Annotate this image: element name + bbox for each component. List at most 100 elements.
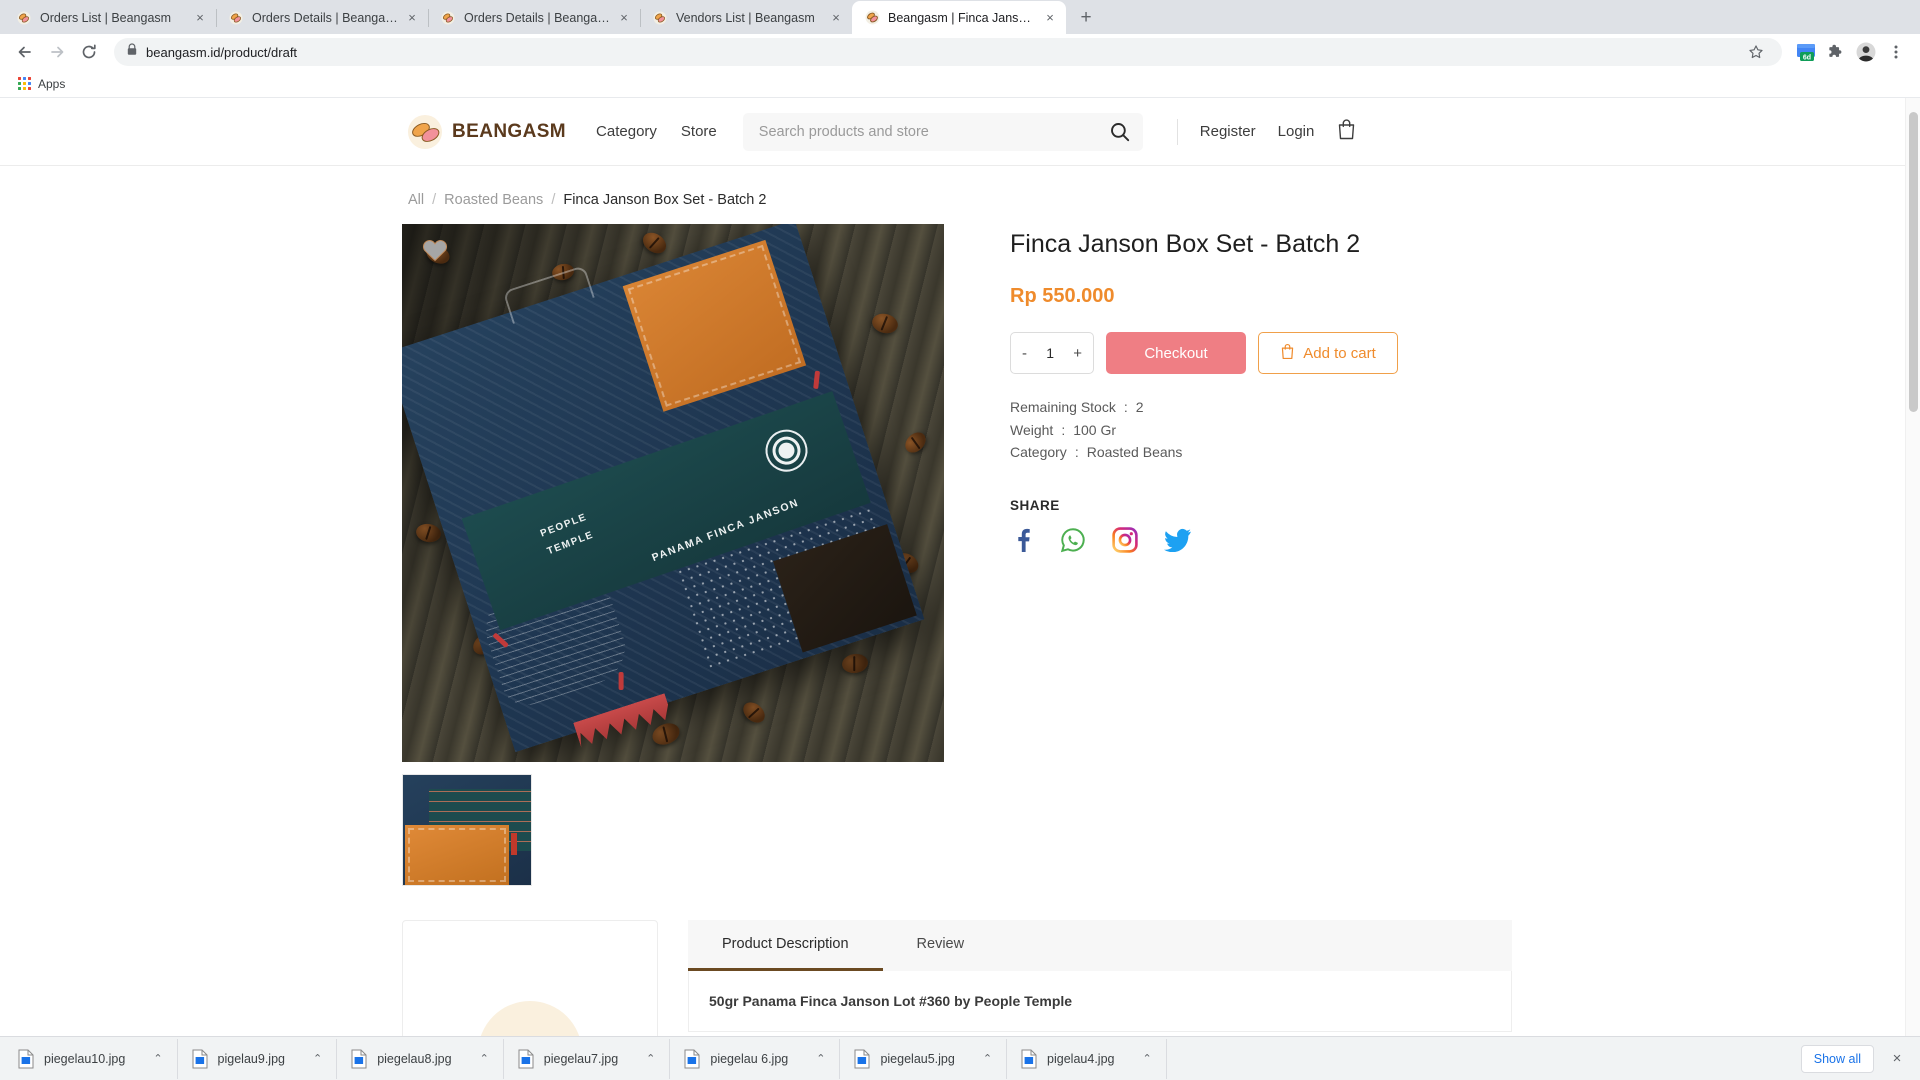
search-icon[interactable] [1097, 113, 1143, 151]
reload-icon[interactable] [74, 37, 104, 67]
download-item[interactable]: piegelau 6.jpg ⌃ [670, 1038, 841, 1079]
breadcrumb-item-all[interactable]: All [408, 192, 424, 208]
lock-icon [126, 43, 138, 61]
download-item[interactable]: pigelau9.jpg ⌃ [178, 1038, 338, 1079]
download-item[interactable]: piegelau8.jpg ⌃ [337, 1038, 504, 1079]
spec-key: Weight [1010, 421, 1054, 438]
site-logo[interactable]: BEANGASM [408, 114, 567, 149]
checkout-button[interactable]: Checkout [1106, 332, 1246, 374]
twitter-icon[interactable] [1164, 528, 1192, 557]
whatsapp-icon[interactable] [1060, 527, 1086, 558]
google-docs-6d-icon[interactable]: 6d [1792, 38, 1820, 66]
close-icon[interactable]: × [616, 10, 632, 26]
kebab-menu-icon[interactable] [1882, 38, 1910, 66]
profile-avatar-icon[interactable] [1852, 38, 1880, 66]
chevron-up-icon[interactable]: ⌃ [480, 1052, 489, 1065]
address-bar[interactable]: beangasm.id/product/draft [114, 38, 1782, 66]
nav-item-category[interactable]: Category [596, 123, 657, 140]
product-hero-image[interactable]: PEOPLE TEMPLE PANAMA FINCA JANSON [402, 224, 944, 762]
logo-text: BEANGASM [452, 120, 567, 142]
forward-icon[interactable] [42, 37, 72, 67]
chevron-up-icon[interactable]: ⌃ [983, 1052, 992, 1065]
back-icon[interactable] [10, 37, 40, 67]
file-icon [18, 1049, 34, 1069]
close-icon[interactable]: × [192, 10, 208, 26]
shopping-bag-icon[interactable] [1336, 118, 1357, 146]
puzzle-extension-icon[interactable] [1822, 38, 1850, 66]
thumbnail-orange-pouch [405, 825, 509, 885]
chevron-up-icon[interactable]: ⌃ [816, 1052, 825, 1065]
close-icon[interactable]: × [1884, 1046, 1910, 1072]
file-icon [192, 1049, 208, 1069]
tab-title: Beangasm | Finca Janson Box Set [888, 10, 1036, 25]
thumbnail-item[interactable]: PANAMA [402, 774, 532, 886]
browser-tab[interactable]: Orders List | Beangasm × [4, 1, 216, 34]
browser-tab[interactable]: Orders Details | Beangasm × [428, 1, 640, 34]
browser-tab-active[interactable]: Beangasm | Finca Janson Box Set × [852, 1, 1066, 34]
close-icon[interactable]: × [1042, 10, 1058, 26]
tab-product-description[interactable]: Product Description [688, 920, 883, 971]
add-to-cart-label: Add to cart [1303, 344, 1376, 362]
chevron-up-icon[interactable]: ⌃ [313, 1052, 322, 1065]
product-price: Rp 550.000 [1010, 285, 1115, 307]
page-scrollbar[interactable] [1905, 98, 1920, 1036]
file-icon [1021, 1049, 1037, 1069]
spec-row-weight: Weight : 100 Gr [1010, 419, 1398, 442]
tab-review[interactable]: Review [883, 920, 999, 971]
purchase-controls: - 1 + Checkout Add to cart [1010, 332, 1398, 374]
store-card[interactable] [402, 920, 658, 1036]
new-tab-button[interactable]: + [1072, 4, 1100, 32]
chevron-up-icon[interactable]: ⌃ [1142, 1052, 1151, 1065]
chevron-up-icon[interactable]: ⌃ [153, 1052, 162, 1065]
download-item[interactable]: piegelau5.jpg ⌃ [840, 1038, 1008, 1079]
quantity-value: 1 [1046, 345, 1055, 361]
spec-key: Category [1010, 444, 1067, 461]
share-heading: SHARE [1010, 498, 1060, 514]
product-section: PEOPLE TEMPLE PANAMA FINCA JANSON Finca … [0, 224, 1920, 886]
instagram-icon[interactable] [1112, 527, 1138, 558]
bookmark-apps[interactable]: Apps [12, 75, 71, 93]
download-item[interactable]: piegelau10.jpg ⌃ [4, 1038, 178, 1079]
file-icon [854, 1049, 870, 1069]
download-item[interactable]: pigelau4.jpg ⌃ [1007, 1038, 1167, 1079]
download-item[interactable]: piegelau7.jpg ⌃ [504, 1038, 671, 1079]
lower-section: Product Description Review 50gr Panama F… [0, 920, 1920, 1036]
apps-grid-icon [18, 77, 31, 90]
search-input[interactable] [758, 123, 1097, 140]
spec-value: 2 [1135, 399, 1144, 415]
browser-tab[interactable]: Orders Details | Beangasm × [216, 1, 428, 34]
breadcrumb-separator: / [551, 192, 556, 208]
login-link[interactable]: Login [1278, 123, 1315, 140]
show-all-downloads-button[interactable]: Show all [1800, 1044, 1874, 1073]
scrollbar-thumb[interactable] [1909, 112, 1918, 412]
breadcrumb-item-roasted-beans[interactable]: Roasted Beans [444, 192, 543, 208]
divider [1176, 118, 1178, 145]
chevron-up-icon[interactable]: ⌃ [646, 1052, 655, 1065]
close-icon[interactable]: × [828, 10, 844, 26]
download-filename: pigelau4.jpg [1047, 1051, 1115, 1066]
bookmark-star-icon[interactable] [1742, 38, 1770, 66]
spec-row-stock: Remaining Stock : 2 [1010, 396, 1398, 419]
add-to-cart-button[interactable]: Add to cart [1258, 332, 1398, 374]
tab-panel-description: 50gr Panama Finca Janson Lot #360 by Peo… [688, 971, 1512, 1032]
spec-colon: : [1074, 444, 1079, 461]
bookmarks-bar: Apps [0, 70, 1920, 98]
quantity-increase-button[interactable]: + [1073, 345, 1082, 362]
close-icon[interactable]: × [404, 10, 420, 26]
quantity-stepper[interactable]: - 1 + [1010, 332, 1094, 374]
browser-tab[interactable]: Vendors List | Beangasm × [640, 1, 852, 34]
tab-title: Vendors List | Beangasm [676, 10, 815, 25]
breadcrumb-separator: / [432, 192, 437, 208]
tab-list: Product Description Review [688, 920, 1512, 971]
beangasm-icon [16, 10, 32, 26]
facebook-icon[interactable] [1010, 527, 1034, 558]
nav-item-store[interactable]: Store [681, 123, 717, 140]
register-link[interactable]: Register [1200, 123, 1256, 140]
search-bar[interactable] [742, 112, 1143, 151]
heart-icon[interactable] [422, 238, 448, 262]
thumbnail-accent [511, 833, 517, 855]
download-filename: piegelau8.jpg [377, 1051, 452, 1066]
browser-toolbar: beangasm.id/product/draft 6d [0, 34, 1920, 70]
quantity-decrease-button[interactable]: - [1022, 345, 1027, 362]
beangasm-icon [440, 10, 456, 26]
